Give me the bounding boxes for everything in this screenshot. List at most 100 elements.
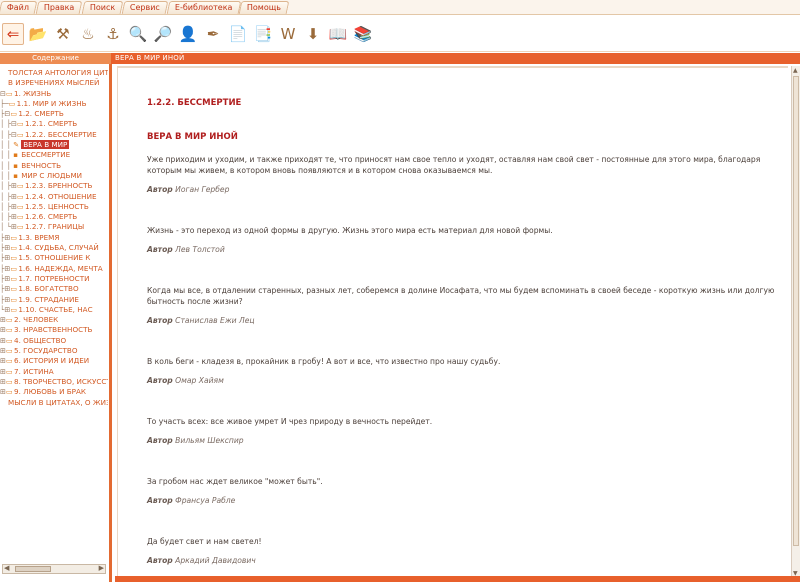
tree-item[interactable]: │ ├⊞▭1.2.4. ОТНОШЕНИЕ (0, 192, 108, 202)
author-name[interactable]: Омар Хайям (175, 376, 224, 385)
tree-item[interactable]: ├⊞▭1.9. СТРАДАНИЕ (0, 295, 108, 305)
author-name[interactable]: Франсуа Рабле (175, 496, 235, 505)
scroll-left-icon[interactable]: ◀ (4, 564, 9, 572)
hammer-icon[interactable]: ⚒ (52, 23, 74, 45)
tree-item[interactable]: ├⊞▭1.6. НАДЕЖДА, МЕЧТА (0, 264, 108, 274)
horizontal-scrollbar[interactable]: ◀ ▶ (2, 564, 106, 574)
scrollbar-thumb[interactable] (793, 76, 799, 546)
quote-author: Автор Лев Толстой (147, 244, 787, 255)
subsection-title: ВЕРА В МИР ИНОЙ (147, 132, 238, 142)
tree-item[interactable]: │ └⊞▭1.2.7. ГРАНИЦЫ (0, 222, 108, 232)
tree-item[interactable]: ├⊞▭1.8. БОГАТСТВО (0, 284, 108, 294)
tree-item[interactable]: ├⊞▭1.7. ПОТРЕБНОСТИ (0, 274, 108, 284)
tree-item[interactable]: ⊟▭1. ЖИЗНЬ (0, 89, 108, 99)
author-label: Автор (147, 376, 173, 385)
author-name[interactable]: Лев Толстой (175, 245, 225, 254)
content-frame: 1.2.2. БЕССМЕРТИЕ ВЕРА В МИР ИНОЙ Уже пр… (117, 66, 788, 578)
tree-item[interactable]: В ИЗРЕЧЕНИЯХ МЫСЛЕЙ (0, 78, 108, 88)
tree-item-label: ВЕРА В МИР (21, 140, 70, 150)
open-folder-icon[interactable]: 📂 (27, 23, 49, 45)
tree-item[interactable]: ⊞▭9. ЛЮБОВЬ И БРАК (0, 387, 108, 397)
tree-branch: │ ├⊟ (0, 119, 17, 129)
author-name[interactable]: Иоган Гербер (175, 185, 229, 194)
tree-branch: ├⊞ (0, 232, 11, 242)
tree-item[interactable]: ├⊞▭1.4. СУДЬБА, СЛУЧАЙ (0, 243, 108, 253)
tree-item[interactable]: │ ├⊟▭1.2.1. СМЕРТЬ (0, 119, 108, 129)
quote-text: Да будет свет и нам светел! (147, 537, 262, 546)
documents-icon[interactable]: 📄 (227, 23, 249, 45)
tree-item[interactable]: │ ├⊟▭1.2.2. БЕССМЕРТИЕ (0, 130, 108, 140)
tree-item[interactable]: ├⊞▭1.5. ОТНОШЕНИЕ К (0, 253, 108, 263)
tree-item[interactable]: ├⊞▭1.3. ВРЕМЯ (0, 233, 108, 243)
tree-item[interactable]: ├⊟▭1.2. СМЕРТЬ (0, 109, 108, 119)
anchor-icon[interactable]: ⚓ (102, 23, 124, 45)
quote-text: В коль беги - кладезя в, прокайник в гро… (147, 357, 501, 366)
menu-edit[interactable]: Правка (35, 1, 83, 14)
user-search-icon[interactable]: 👤 (177, 23, 199, 45)
tree-item-label: 1.4. СУДЬБА, СЛУЧАЙ (18, 243, 99, 253)
tree-item[interactable]: │ │ ▪ МИР С ЛЮДЬМИ (0, 171, 108, 181)
reader-icon[interactable]: 📖 (327, 23, 349, 45)
scroll-right-icon[interactable]: ▶ (99, 564, 104, 572)
menu-search[interactable]: Поиск (81, 1, 124, 14)
search-text-icon[interactable]: 🔍 (127, 23, 149, 45)
tree-branch: ├⊞ (0, 273, 11, 283)
tree-item[interactable]: ⊞▭7. ИСТИНА (0, 367, 108, 377)
search-list-icon[interactable]: 🔎 (152, 23, 174, 45)
tree-item-label: 1.2.7. ГРАНИЦЫ (24, 222, 85, 232)
vertical-scrollbar[interactable]: ▲ ▼ (791, 66, 800, 578)
tree-item[interactable]: ⊞▭4. ОБЩЕСТВО (0, 336, 108, 346)
author-name[interactable]: Аркадий Давидович (175, 556, 256, 565)
tree-item-label: 1.2.1. СМЕРТЬ (24, 119, 78, 129)
folder-icon: ▭ (6, 89, 13, 98)
word-icon[interactable]: W (277, 23, 299, 45)
tree-item[interactable]: ТОЛСТАЯ АНТОЛОГИЯ ЦИТАТ (0, 68, 108, 78)
tree-item[interactable]: │ │ ▪ БЕССМЕРТИЕ (0, 150, 108, 160)
menu-service[interactable]: Сервис (121, 1, 169, 14)
pages-icon[interactable]: 📑 (252, 23, 274, 45)
menu-elibrary[interactable]: Е-библиотека (166, 1, 241, 14)
download-icon[interactable]: ⬇ (302, 23, 324, 45)
library-icon[interactable]: 📚 (352, 23, 374, 45)
tree-branch: │ │ (0, 150, 14, 160)
tree-item[interactable]: ⊞▭3. НРАВСТВЕННОСТЬ (0, 325, 108, 335)
tree-item[interactable]: │ │ ▪ ВЕЧНОСТЬ (0, 161, 108, 171)
tree-item-label: 1.2.2. БЕССМЕРТИЕ (24, 129, 97, 139)
menu-bar: Файл Правка Поиск Сервис Е-библиотека По… (0, 0, 800, 15)
tree-item-label: 5. ГОСУДАРСТВО (14, 346, 78, 356)
section-bar: Содержание ВЕРА В МИР ИНОЙ (0, 53, 800, 64)
quote-author: Автор Вильям Шекспир (147, 435, 787, 446)
scroll-up-icon[interactable]: ▲ (793, 67, 798, 74)
author-label: Автор (147, 556, 173, 565)
menu-file[interactable]: Файл (0, 1, 38, 14)
tree-item[interactable]: ⊞▭6. ИСТОРИЯ И ИДЕИ (0, 356, 108, 366)
author-name[interactable]: Станислав Ежи Лец (175, 316, 254, 325)
back-icon[interactable]: ⇐ (2, 22, 24, 45)
tree-item[interactable]: МЫСЛИ В ЦИТАТАХ, О ЖИЗНИ (0, 398, 108, 408)
tree-item[interactable]: │ │ ✎ ВЕРА В МИР (0, 140, 108, 150)
scrollbar-thumb[interactable] (15, 566, 51, 572)
quote-entry: В коль беги - кладезя в, прокайник в гро… (147, 356, 787, 386)
pipe-icon[interactable]: ♨ (77, 23, 99, 45)
tree-item[interactable]: ├─▭1.1. МИР И ЖИЗНЬ (0, 99, 108, 109)
contents-panel: ТОЛСТАЯ АНТОЛОГИЯ ЦИТАТ В ИЗРЕЧЕНИЯХ МЫСЛ… (0, 64, 112, 582)
pen-icon[interactable]: ✒ (202, 23, 224, 45)
tree-item-label: ТОЛСТАЯ АНТОЛОГИЯ ЦИТАТ (8, 68, 108, 77)
tree-branch: ├─ (0, 98, 9, 108)
tree-item-label: 6. ИСТОРИЯ И ИДЕИ (14, 356, 90, 366)
tree-item-label: 1. ЖИЗНЬ (14, 88, 52, 98)
tree-item[interactable]: ⊞▭8. ТВОРЧЕСТВО, ИСКУССТВО (0, 377, 108, 387)
menu-help[interactable]: Помощь (238, 1, 290, 14)
quote-author: Автор Иоган Гербер (147, 184, 787, 195)
tree-item[interactable]: ⊞▭5. ГОСУДАРСТВО (0, 346, 108, 356)
tree-item[interactable]: ⊞▭2. ЧЕЛОВЕК (0, 315, 108, 325)
tree-item[interactable]: │ ├⊞▭1.2.5. ЦЕННОСТЬ (0, 202, 108, 212)
folder-icon: ▭ (16, 192, 24, 201)
tree-item-label: 9. ЛЮБОВЬ И БРАК (14, 387, 87, 397)
folder-icon: ▭ (8, 99, 16, 108)
tree-item[interactable]: └⊞▭1.10. СЧАСТЬЕ, НАС (0, 305, 108, 315)
quote-text: Жизнь - это переход из одной формы в дру… (147, 226, 553, 235)
tree-item[interactable]: │ ├⊞▭1.2.6. СМЕРТЬ (0, 212, 108, 222)
tree-item[interactable]: │ ├⊞▭1.2.3. БРЕННОСТЬ (0, 181, 108, 191)
author-name[interactable]: Вильям Шекспир (175, 436, 243, 445)
